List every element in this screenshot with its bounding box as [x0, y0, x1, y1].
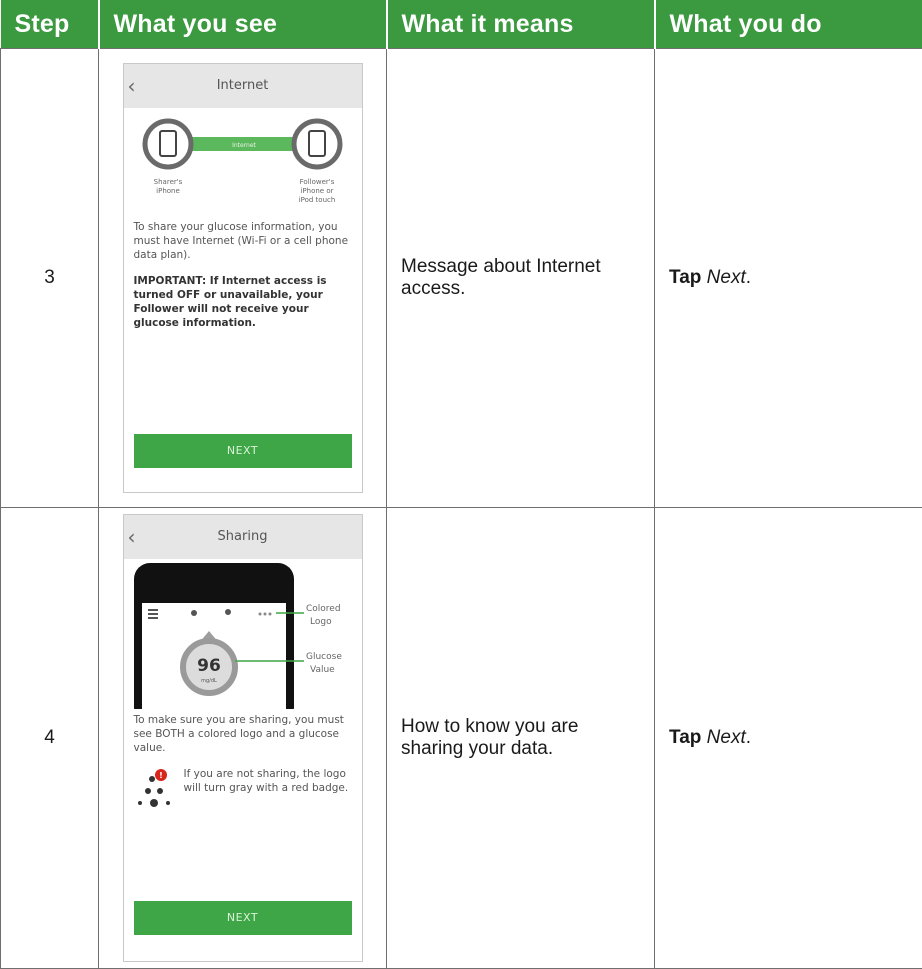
- header-row: Step What you see What it means What you…: [1, 0, 922, 49]
- action-cell: Tap Next.: [655, 508, 922, 969]
- action-target: Next: [707, 727, 746, 748]
- important-text: IMPORTANT: If Internet access is turned …: [124, 274, 362, 330]
- device-connection-diagram: Internet Sharer's iPhone Follower's iPho…: [124, 108, 363, 220]
- follower-label-3: iPod touch: [298, 196, 335, 204]
- col-header-what-it-means: What it means: [387, 0, 655, 49]
- glucose-label-2: Value: [310, 665, 335, 675]
- next-button[interactable]: NEXT: [134, 434, 352, 468]
- sharing-body-text: To make sure you are sharing, you must s…: [124, 713, 362, 755]
- badge-count: !: [159, 771, 163, 780]
- colored-logo-label-1: Colored: [306, 604, 341, 614]
- connector-label: Internet: [232, 142, 256, 149]
- action-end: .: [746, 267, 751, 288]
- follower-label-2: iPhone or: [300, 187, 333, 195]
- col-header-step: Step: [1, 0, 99, 49]
- phone-screenshot-sharing: ‹ Sharing: [123, 514, 363, 962]
- sharer-label-1: Sharer's: [153, 178, 182, 186]
- action-target: Next: [707, 267, 746, 288]
- table-row: 3 ‹ Internet Internet Share: [1, 49, 922, 508]
- screenshot-cell: ‹ Internet Internet Sharer's iPhone Foll…: [99, 49, 387, 508]
- action-verb: Tap: [669, 267, 701, 288]
- gray-logo-icon: !: [132, 767, 186, 819]
- action-verb: Tap: [669, 727, 701, 748]
- internet-body-text: To share your glucose information, you m…: [124, 220, 362, 262]
- step-number: 4: [1, 508, 99, 969]
- follower-phone-icon: [294, 121, 340, 167]
- instruction-table: Step What you see What it means What you…: [0, 0, 922, 969]
- step-number: 3: [1, 49, 99, 508]
- sharer-label-2: iPhone: [156, 187, 180, 195]
- screenshot-cell: ‹ Sharing: [99, 508, 387, 969]
- follower-label-1: Follower's: [299, 178, 334, 186]
- table-row: 4 ‹ Sharing: [1, 508, 922, 969]
- screen-header: ‹ Internet: [124, 64, 362, 108]
- action-end: .: [746, 727, 751, 748]
- glucose-label-1: Glucose: [306, 652, 342, 662]
- col-header-what-you-see: What you see: [99, 0, 387, 49]
- screen-title: Internet: [124, 78, 362, 93]
- sharing-phone-diagram: 96 mg/dL Colored Logo Glucose Value: [124, 559, 363, 709]
- screen-title: Sharing: [124, 529, 362, 544]
- next-button[interactable]: NEXT: [134, 901, 352, 935]
- glucose-unit: mg/dL: [201, 678, 217, 684]
- col-header-what-you-do: What you do: [655, 0, 922, 49]
- meaning-text: How to know you are sharing your data.: [387, 508, 655, 969]
- screen-header: ‹ Sharing: [124, 515, 362, 559]
- gray-logo-note: ! If you are not sharing, the logo will …: [124, 767, 362, 819]
- sharer-phone-icon: [145, 121, 191, 167]
- action-cell: Tap Next.: [655, 49, 922, 508]
- glucose-value: 96: [197, 656, 221, 676]
- phone-screenshot-internet: ‹ Internet Internet Sharer's iPhone Foll…: [123, 63, 363, 493]
- meaning-text: Message about Internet access.: [387, 49, 655, 508]
- colored-logo-label-2: Logo: [310, 617, 332, 627]
- gray-note-text: If you are not sharing, the logo will tu…: [184, 767, 362, 795]
